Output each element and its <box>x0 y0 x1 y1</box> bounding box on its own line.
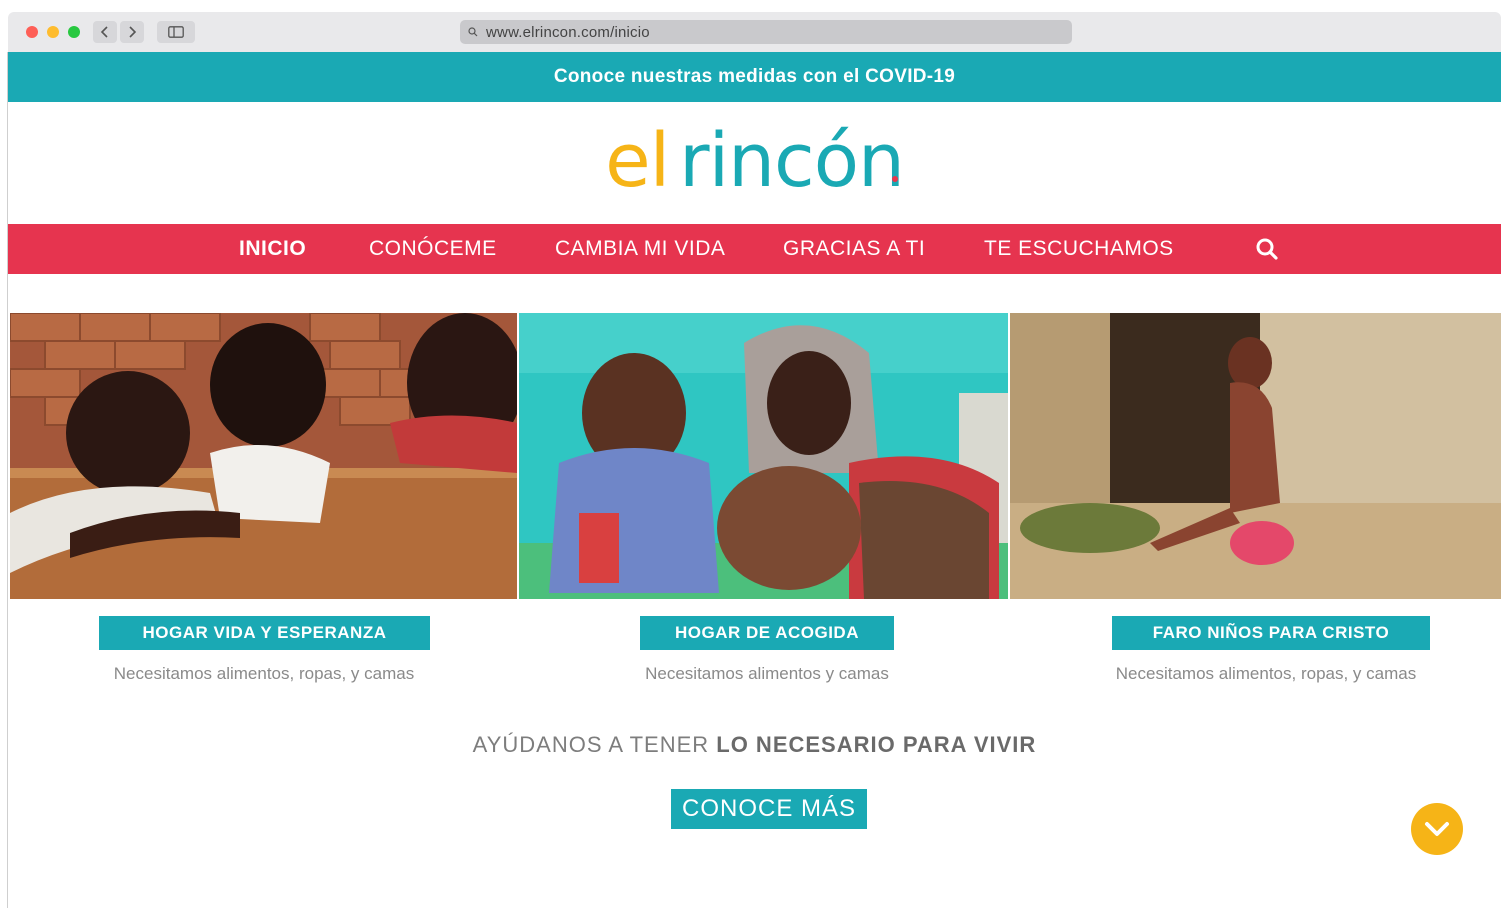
hogar-vida-y-esperanza-button[interactable]: HOGAR VIDA Y ESPERANZA <box>99 616 430 650</box>
web-page: Conoce nuestras medidas con el COVID-19 … <box>7 52 1501 908</box>
nav-item-gracias-a-ti[interactable]: GRACIAS A TI <box>783 224 925 274</box>
sidebar-icon <box>168 26 184 38</box>
address-bar[interactable]: www.elrincon.com/inicio <box>460 20 1072 44</box>
nav-item-cambia-mi-vida[interactable]: CAMBIA MI VIDA <box>555 224 725 274</box>
card-description: Necesitamos alimentos, ropas, y camas <box>1115 664 1417 683</box>
logo-part-rincon-text: rincón <box>679 118 905 204</box>
maximize-window-button[interactable] <box>68 26 80 38</box>
back-button[interactable] <box>93 21 117 43</box>
tagline: AYÚDANOS A TENER LO NECESARIO PARA VIVIR <box>8 732 1501 758</box>
conoce-mas-button[interactable]: CONOCE MÁS <box>671 789 867 829</box>
chevron-right-icon <box>129 26 137 38</box>
search-icon <box>468 27 478 37</box>
nav-item-te-escuchamos[interactable]: TE ESCUCHAMOS <box>984 224 1174 274</box>
nav-item-inicio[interactable]: INICIO <box>239 224 306 274</box>
logo-part-rincon: rincón <box>679 118 905 204</box>
faro-ninos-para-cristo-button[interactable]: FARO NIÑOS PARA CRISTO <box>1112 616 1430 650</box>
tagline-normal: AYÚDANOS A TENER <box>472 732 717 757</box>
tagline-bold: LO NECESARIO PARA VIVIR <box>716 732 1037 757</box>
main-navigation: INICIO CONÓCEME CAMBIA MI VIDA GRACIAS A… <box>8 224 1501 274</box>
search-icon[interactable] <box>1255 237 1279 261</box>
children-photo-image <box>10 313 517 599</box>
forward-button[interactable] <box>120 21 144 43</box>
logo-part-el: el <box>605 118 670 204</box>
window-controls <box>26 26 80 38</box>
logo-dot-icon <box>891 176 898 182</box>
card-description: Necesitamos alimentos y camas <box>645 664 889 683</box>
announcement-text[interactable]: Conoce nuestras medidas con el COVID-19 <box>554 66 955 88</box>
minimize-window-button[interactable] <box>47 26 59 38</box>
sidebar-toggle-button[interactable] <box>157 21 195 43</box>
photo-hogar-de-acogida[interactable] <box>519 313 1008 599</box>
photo-hogar-vida-y-esperanza[interactable] <box>10 313 517 599</box>
chevron-down-icon <box>1425 822 1449 836</box>
hogar-de-acogida-button[interactable]: HOGAR DE ACOGIDA <box>640 616 894 650</box>
card-description: Necesitamos alimentos, ropas, y camas <box>113 664 415 683</box>
close-window-button[interactable] <box>26 26 38 38</box>
site-logo[interactable]: el rincón <box>8 114 1501 204</box>
children-photo-image <box>519 313 1008 599</box>
browser-toolbar: www.elrincon.com/inicio <box>8 12 1501 52</box>
scroll-down-button[interactable] <box>1411 803 1463 855</box>
covid-announcement-bar[interactable]: Conoce nuestras medidas con el COVID-19 <box>8 52 1501 102</box>
chevron-left-icon <box>100 26 108 38</box>
nav-item-conoceme[interactable]: CONÓCEME <box>369 224 497 274</box>
child-photo-image <box>1010 313 1501 599</box>
photo-faro-ninos-para-cristo[interactable] <box>1010 313 1501 599</box>
url-text: www.elrincon.com/inicio <box>486 23 650 41</box>
